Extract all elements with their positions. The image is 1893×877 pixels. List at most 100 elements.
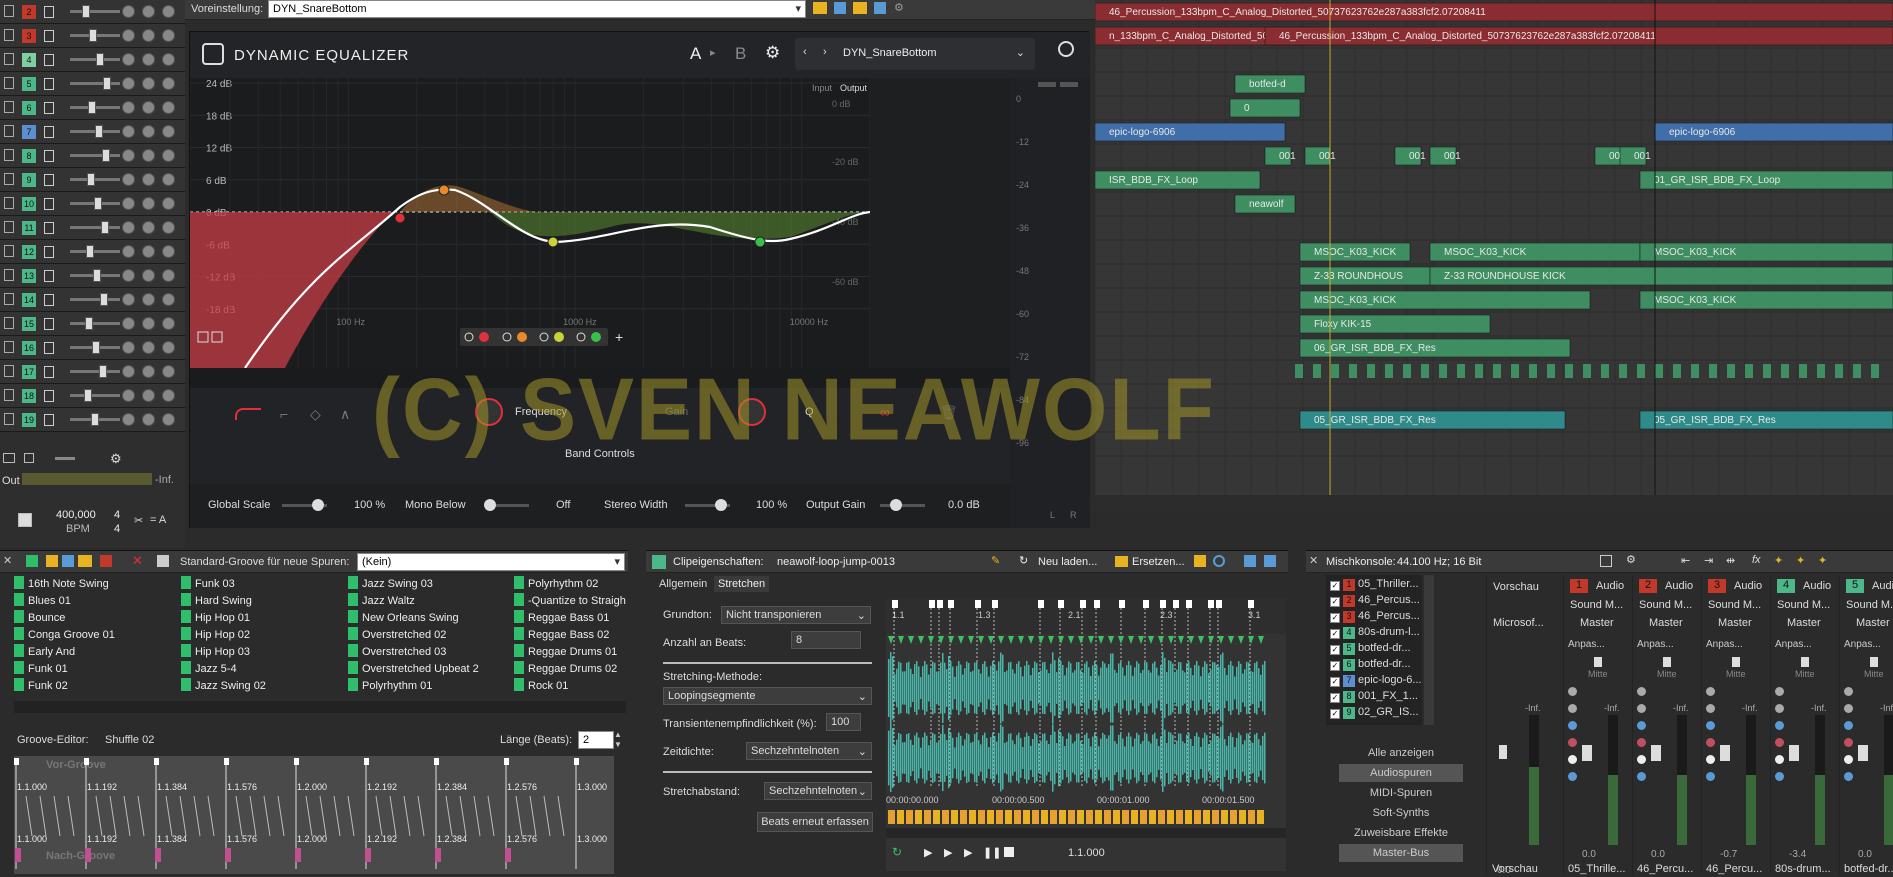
mixer-filter-button[interactable]: Zuweisbare Effekte <box>1339 824 1463 842</box>
power-icon[interactable] <box>1058 41 1074 57</box>
groove-list-item[interactable]: 16th Note Swing <box>14 576 109 592</box>
pan-knob[interactable] <box>122 389 135 402</box>
stretch-marker[interactable] <box>1143 600 1149 608</box>
pan-knob[interactable] <box>122 149 135 162</box>
fader-knob[interactable] <box>88 101 96 114</box>
groove-list-item[interactable]: Polyrhythm 01 <box>348 678 432 694</box>
record-knob[interactable] <box>142 389 155 402</box>
fader-knob[interactable] <box>86 245 94 258</box>
grundton-select[interactable]: Nicht transponieren ⌄ <box>721 606 871 624</box>
close-icon[interactable]: ✕ <box>1309 554 1318 567</box>
stretch-marker[interactable] <box>1094 600 1100 608</box>
beats-detect-button[interactable]: Beats erneut erfassen <box>757 812 873 832</box>
save-icon[interactable] <box>100 555 112 567</box>
channel-button-icon[interactable] <box>1568 704 1577 713</box>
groove-list-item[interactable]: -Quantize to Straigh <box>514 593 626 609</box>
fader-knob[interactable] <box>87 173 95 186</box>
track-volume-fader[interactable] <box>70 245 120 258</box>
frequency-knob[interactable] <box>475 398 503 426</box>
track-volume-fader[interactable] <box>70 293 120 306</box>
track-header-row[interactable]: 10 <box>0 192 185 216</box>
mute-icon[interactable] <box>44 366 54 378</box>
groove-list-item[interactable]: Reggae Drums 01 <box>514 644 617 660</box>
groove-list-item[interactable]: Funk 01 <box>14 661 68 677</box>
groove-nach-marker[interactable] <box>225 848 231 862</box>
stretch-marker[interactable] <box>992 600 998 608</box>
ab-b-button[interactable]: B <box>735 44 746 64</box>
groove-list-item[interactable]: Hip Hop 01 <box>181 610 250 626</box>
channel-fx-slot[interactable]: Anpas... <box>1775 639 1812 650</box>
track-header-row[interactable]: 19 <box>0 408 185 432</box>
mute-icon[interactable] <box>44 390 54 402</box>
channel-fx-slot[interactable]: Anpas... <box>1706 639 1743 650</box>
solo-knob[interactable] <box>162 413 175 426</box>
link-icon[interactable]: ∞ <box>880 404 890 420</box>
groove-list-item[interactable]: Funk 03 <box>181 576 235 592</box>
mixer-track-item[interactable]: ✓ 2 46_Percus... <box>1330 594 1420 610</box>
track-volume-fader[interactable] <box>70 125 120 138</box>
stretch-marker[interactable] <box>1119 600 1125 608</box>
highpass-shape-icon[interactable] <box>235 408 261 420</box>
fader-knob[interactable] <box>100 293 108 306</box>
track-header-row[interactable]: 3 <box>0 24 185 48</box>
solo-knob[interactable] <box>162 317 175 330</box>
solo-knob[interactable] <box>162 365 175 378</box>
track-volume-fader[interactable] <box>70 269 120 282</box>
channel-button-icon[interactable] <box>1568 738 1577 747</box>
arrangement-clip[interactable]: 001 <box>1394 146 1426 166</box>
arrangement-scrollbar[interactable] <box>1095 495 1893 510</box>
channel-button-icon[interactable] <box>1568 755 1577 764</box>
shelf-shape-icon[interactable]: ⌐ <box>280 406 288 422</box>
solo-knob[interactable] <box>162 389 175 402</box>
groove-nach-marker[interactable] <box>85 848 91 862</box>
track-expand-icon[interactable] <box>4 365 14 377</box>
channel-button-icon[interactable] <box>1844 738 1853 747</box>
arrangement-clip[interactable]: MSOC_K03_KICK <box>1639 290 1893 310</box>
track-expand-icon[interactable] <box>4 5 14 17</box>
groove-list-item[interactable]: Overstretched 03 <box>348 644 446 660</box>
eq-band-node[interactable] <box>754 236 766 248</box>
groove-list-item[interactable]: Polyrhythm 02 <box>514 576 598 592</box>
mute-icon[interactable] <box>44 198 54 210</box>
play-from-icon[interactable]: ▶ <box>964 847 973 859</box>
mute-icon[interactable] <box>44 246 54 258</box>
channel-fader[interactable] <box>1582 745 1592 761</box>
groove-list-item[interactable]: Jazz 5-4 <box>181 661 237 677</box>
channel-fx-slot[interactable]: Anpas... <box>1844 639 1881 650</box>
solo-knob[interactable] <box>162 125 175 138</box>
channel-fader[interactable] <box>1720 745 1730 761</box>
groove-list-item[interactable]: Hard Swing <box>181 593 252 609</box>
plugin-preset-selector[interactable]: ‹ › DYN_SnareBottom ⌄ <box>795 38 1035 70</box>
pan-knob[interactable] <box>122 413 135 426</box>
track-header-row[interactable]: 11 <box>0 216 185 240</box>
track-expand-icon[interactable] <box>4 221 14 233</box>
mixer-track-item[interactable]: ✓ 3 46_Percus... <box>1330 610 1420 626</box>
track-expand-icon[interactable] <box>4 413 14 425</box>
track-expand-icon[interactable] <box>4 197 14 209</box>
checkbox[interactable]: ✓ <box>1330 693 1340 703</box>
track-volume-fader[interactable] <box>70 53 120 66</box>
checkbox[interactable]: ✓ <box>1330 709 1340 719</box>
arrangement-clip[interactable]: 001 <box>1429 146 1461 166</box>
band-color-button[interactable] <box>554 332 564 342</box>
arrangement-clip[interactable]: 46_Percussion_133bpm_C_Analog_Distorted_… <box>1264 26 1893 46</box>
track-expand-icon[interactable] <box>4 29 14 41</box>
arrangement-view[interactable]: 46_Percussion_133bpm_C_Analog_Distorted_… <box>1094 0 1893 510</box>
stretch-marker[interactable] <box>1058 600 1064 608</box>
stretch-marker[interactable] <box>1186 600 1192 608</box>
track-expand-icon[interactable] <box>4 389 14 401</box>
groove-marker[interactable] <box>154 758 159 765</box>
channel-button-icon[interactable] <box>1775 738 1784 747</box>
pan-knob[interactable] <box>122 101 135 114</box>
track-volume-fader[interactable] <box>70 173 120 186</box>
band-color-button[interactable] <box>479 332 489 342</box>
pan-knob[interactable] <box>122 197 135 210</box>
solo-knob[interactable] <box>162 149 175 162</box>
track-volume-fader[interactable] <box>70 389 120 402</box>
zeit-select[interactable]: Sechzehntelnoten ⌄ <box>746 742 872 760</box>
mute-icon[interactable] <box>44 30 54 42</box>
replace-button[interactable]: Ersetzen... <box>1132 556 1185 568</box>
play-clip-icon[interactable]: ▶ <box>944 847 953 859</box>
pan-knob[interactable] <box>122 221 135 234</box>
fx-icon[interactable]: fx <box>1752 554 1761 566</box>
